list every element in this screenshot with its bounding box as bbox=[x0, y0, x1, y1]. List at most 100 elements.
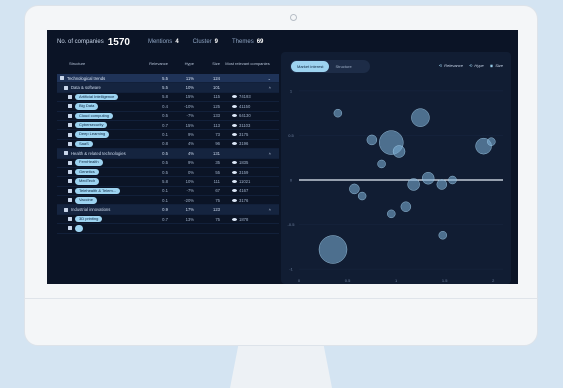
trend-tag[interactable]: 3D printing bbox=[75, 215, 103, 223]
bubble-point bbox=[411, 108, 430, 127]
row-checkbox[interactable] bbox=[68, 141, 72, 146]
companies-count: 41150 bbox=[239, 103, 251, 109]
eye-icon[interactable] bbox=[232, 133, 237, 137]
row-checkbox[interactable] bbox=[64, 207, 68, 212]
companies-cell: 3175 bbox=[220, 132, 275, 137]
table-row[interactable]: Big Data 0.4 -10% 125 41150 bbox=[57, 102, 279, 112]
table-group-row[interactable]: Industrial innovations 0.9 17% 123 ˄ bbox=[57, 205, 279, 215]
trend-tag[interactable]: Cybersecurity bbox=[75, 121, 108, 129]
row-checkbox[interactable] bbox=[64, 151, 68, 156]
row-checkbox[interactable] bbox=[68, 113, 72, 118]
table-group-row[interactable]: Health & related technologies 0.5 4% 131 ˄ bbox=[57, 149, 279, 159]
table-group-row[interactable]: Technological trends 5.5 11% 124 ⌄ bbox=[57, 74, 279, 84]
table-row[interactable]: SaaS 0.8 4% 96 3196 bbox=[57, 140, 279, 150]
header-structure[interactable]: Structure bbox=[57, 61, 142, 66]
relevance-value: 0.1 bbox=[162, 132, 168, 138]
eye-icon[interactable] bbox=[232, 217, 237, 221]
row-checkbox[interactable] bbox=[68, 198, 72, 203]
collapse-arrow-icon[interactable]: ˄ bbox=[269, 151, 271, 156]
row-checkbox[interactable] bbox=[68, 217, 72, 222]
table-row[interactable]: Artificial Intelligence 5.8 15% 115 74193 bbox=[57, 93, 279, 103]
companies-count: 3196 bbox=[239, 141, 249, 147]
row-checkbox[interactable] bbox=[68, 226, 72, 231]
row-checkbox[interactable] bbox=[68, 188, 72, 193]
table-row[interactable]: Genetics 0.5 0% 55 3159 bbox=[57, 168, 279, 178]
size-value: 113 bbox=[213, 122, 220, 128]
companies-cell: 11021 bbox=[220, 179, 275, 184]
trend-tag[interactable] bbox=[75, 225, 83, 232]
hype-value: 10% bbox=[185, 178, 194, 184]
trend-tag[interactable]: FemHealth bbox=[75, 159, 103, 166]
row-checkbox[interactable] bbox=[68, 179, 72, 184]
trend-tag[interactable]: Telehealth & Telem... bbox=[75, 187, 121, 195]
header-relevance[interactable]: Relevance bbox=[142, 61, 168, 66]
row-checkbox[interactable] bbox=[68, 104, 72, 109]
table-row[interactable]: 3D printing 0.7 13% 75 1878 bbox=[57, 215, 279, 225]
row-checkbox[interactable] bbox=[68, 123, 72, 128]
header-companies: Most relevant companies bbox=[225, 60, 270, 66]
header-size[interactable]: Size bbox=[194, 61, 220, 66]
bubble-point bbox=[392, 145, 406, 158]
row-checkbox[interactable] bbox=[68, 160, 72, 165]
summary-bar: No. of companies 1570 Mentions 4 Cluster 9… bbox=[57, 34, 277, 50]
eye-icon[interactable] bbox=[232, 123, 237, 127]
collapse-arrow-icon[interactable]: ⌄ bbox=[268, 76, 271, 81]
size-value: 123 bbox=[213, 207, 220, 213]
row-checkbox[interactable] bbox=[68, 94, 72, 99]
trend-tag[interactable]: SaaS bbox=[75, 140, 93, 148]
size-value: 124 bbox=[213, 75, 220, 81]
row-checkbox[interactable] bbox=[68, 132, 72, 137]
hype-value: -20% bbox=[184, 197, 194, 203]
row-name: Telehealth & Telem... bbox=[57, 187, 142, 195]
trend-tag[interactable]: Big Data bbox=[75, 103, 99, 110]
size-value: 35 bbox=[215, 160, 220, 166]
collapse-arrow-icon[interactable]: ˄ bbox=[269, 85, 271, 90]
eye-icon[interactable] bbox=[232, 179, 237, 183]
table-row[interactable]: MedTech 5.8 10% 111 11021 bbox=[57, 177, 279, 187]
row-checkbox[interactable] bbox=[60, 76, 64, 81]
companies-count: 1835 bbox=[239, 160, 249, 166]
eye-icon[interactable] bbox=[232, 198, 237, 202]
table-row[interactable]: Deep Learning 0.1 9% 73 3175 bbox=[57, 130, 279, 140]
trend-tag[interactable]: Genetics bbox=[75, 168, 99, 176]
eye-icon[interactable] bbox=[232, 142, 237, 146]
table-row[interactable] bbox=[57, 224, 279, 234]
eye-icon[interactable] bbox=[232, 104, 237, 108]
header-hype[interactable]: Hype bbox=[168, 61, 194, 66]
eye-icon[interactable] bbox=[232, 161, 237, 165]
eye-icon[interactable] bbox=[232, 95, 237, 99]
trend-tag[interactable]: Artificial Intelligence bbox=[75, 93, 119, 101]
hype-value: 4% bbox=[187, 150, 194, 156]
table-row[interactable]: FemHealth 0.5 9% 35 1835 bbox=[57, 159, 279, 168]
trend-tag[interactable]: Vaccine bbox=[75, 197, 97, 204]
table-row[interactable]: Vaccine 0.1 -20% 75 3176 bbox=[57, 196, 279, 206]
companies-count: 74193 bbox=[239, 94, 251, 100]
table-row[interactable]: Cybersecurity 0.7 15% 113 31103 bbox=[57, 121, 279, 131]
size-value: 111 bbox=[213, 178, 220, 184]
companies-cell: ⌄ bbox=[220, 76, 275, 81]
hype-value: 13% bbox=[185, 216, 194, 222]
table-row[interactable]: Telehealth & Telem... 0.1 -7% 67 4167 bbox=[57, 187, 279, 197]
eye-icon[interactable] bbox=[232, 189, 237, 193]
row-checkbox[interactable] bbox=[64, 85, 68, 90]
bubble-point bbox=[421, 172, 435, 185]
x-tick-label: 1 bbox=[395, 278, 398, 283]
eye-icon[interactable] bbox=[232, 170, 237, 174]
bubble-point bbox=[387, 209, 396, 219]
relevance-value: 0.5 bbox=[162, 169, 168, 175]
table-row[interactable]: Cloud computing 0.5 -7% 133 64130 bbox=[57, 112, 279, 121]
trend-tag[interactable]: Deep Learning bbox=[75, 131, 110, 138]
trend-tag[interactable]: MedTech bbox=[75, 178, 100, 185]
collapse-arrow-icon[interactable]: ˄ bbox=[269, 207, 271, 212]
trend-tag[interactable]: Cloud computing bbox=[75, 112, 114, 119]
row-name: Artificial Intelligence bbox=[57, 93, 142, 101]
relevance-value: 0.1 bbox=[162, 188, 168, 194]
row-name: Deep Learning bbox=[57, 131, 142, 138]
row-name: Cybersecurity bbox=[57, 121, 142, 129]
table-group-row[interactable]: Data & software 5.5 10% 101 ˄ bbox=[57, 83, 279, 93]
chart-panel: Market interest Structure ⟲ Relevance ⟲ Hy… bbox=[281, 52, 511, 284]
size-value: 101 bbox=[213, 85, 220, 91]
row-checkbox[interactable] bbox=[68, 170, 72, 175]
companies-cell: 64130 bbox=[220, 113, 275, 118]
eye-icon[interactable] bbox=[232, 114, 237, 118]
